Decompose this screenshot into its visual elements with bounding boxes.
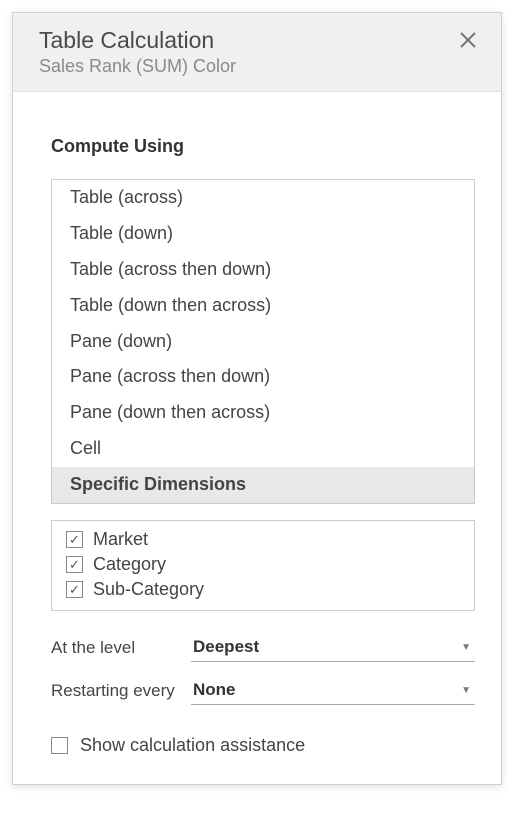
restarting-every-label: Restarting every <box>51 681 191 701</box>
option-cell[interactable]: Cell <box>52 431 474 467</box>
dimension-market[interactable]: Market <box>66 527 460 552</box>
restarting-every-dropdown[interactable]: None ▼ <box>191 676 475 705</box>
option-table-down-then-across[interactable]: Table (down then across) <box>52 288 474 324</box>
option-specific-dimensions[interactable]: Specific Dimensions <box>52 467 474 503</box>
dimension-label: Market <box>93 529 148 550</box>
restarting-every-value: None <box>193 680 236 700</box>
table-calculation-dialog: Table Calculation Sales Rank (SUM) Color… <box>12 12 502 785</box>
option-table-across-then-down[interactable]: Table (across then down) <box>52 252 474 288</box>
compute-using-label: Compute Using <box>51 136 475 157</box>
header-text: Table Calculation Sales Rank (SUM) Color <box>39 27 236 77</box>
dimension-category[interactable]: Category <box>66 552 460 577</box>
show-calculation-assistance[interactable]: Show calculation assistance <box>51 735 475 756</box>
checkbox-icon <box>66 581 83 598</box>
dimension-label: Category <box>93 554 166 575</box>
compute-using-listbox: Table (across) Table (down) Table (acros… <box>51 179 475 504</box>
at-level-value: Deepest <box>193 637 259 657</box>
option-table-down[interactable]: Table (down) <box>52 216 474 252</box>
option-table-across[interactable]: Table (across) <box>52 180 474 216</box>
option-pane-down[interactable]: Pane (down) <box>52 324 474 360</box>
checkbox-icon <box>66 556 83 573</box>
at-level-label: At the level <box>51 638 191 658</box>
dimension-label: Sub-Category <box>93 579 204 600</box>
option-pane-across-then-down[interactable]: Pane (across then down) <box>52 359 474 395</box>
chevron-down-icon: ▼ <box>461 685 471 696</box>
option-pane-down-then-across[interactable]: Pane (down then across) <box>52 395 474 431</box>
close-icon[interactable] <box>455 27 481 57</box>
checkbox-icon <box>66 531 83 548</box>
dialog-body: Compute Using Table (across) Table (down… <box>13 92 501 784</box>
checkbox-icon <box>51 737 68 754</box>
dialog-title: Table Calculation <box>39 27 236 54</box>
at-level-row: At the level Deepest ▼ <box>51 633 475 662</box>
restarting-every-row: Restarting every None ▼ <box>51 676 475 705</box>
at-level-dropdown[interactable]: Deepest ▼ <box>191 633 475 662</box>
dimension-sub-category[interactable]: Sub-Category <box>66 577 460 602</box>
dimensions-checklist: Market Category Sub-Category <box>51 520 475 611</box>
chevron-down-icon: ▼ <box>461 642 471 653</box>
dialog-header: Table Calculation Sales Rank (SUM) Color <box>13 13 501 92</box>
show-assistance-label: Show calculation assistance <box>80 735 305 756</box>
dialog-subtitle: Sales Rank (SUM) Color <box>39 56 236 77</box>
